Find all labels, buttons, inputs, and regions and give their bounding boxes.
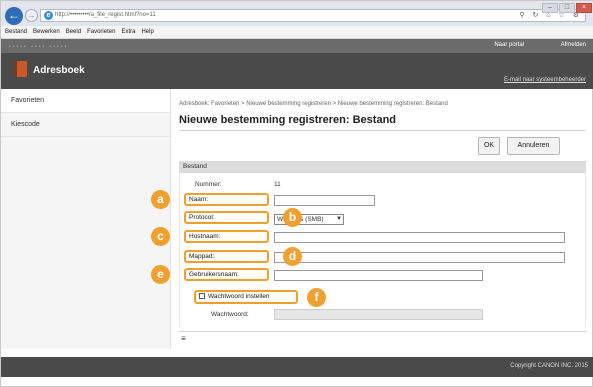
logout-link[interactable]: Afmelden (561, 42, 586, 48)
app-top-bar: ••••• •••• ••••• Naar portal Afmelden (1, 39, 593, 53)
name-input[interactable] (274, 195, 375, 206)
callout-b-badge: b (283, 208, 302, 227)
username-input[interactable] (274, 270, 483, 281)
callout-d-badge: d (283, 247, 302, 266)
folder-path-input[interactable] (274, 252, 565, 263)
password-input[interactable] (274, 309, 483, 320)
breadcrumb: Adresboek: Favorieten > Nieuwe bestemmin… (179, 101, 448, 107)
device-info-blurred: ••••• •••• ••••• (9, 44, 69, 50)
menu-item-tools[interactable]: Extra (121, 26, 135, 38)
minimize-icon[interactable]: – (542, 3, 558, 13)
admin-email-link[interactable]: E-mail naar systeembeheerder (504, 77, 586, 83)
name-label: Naam: (184, 193, 269, 206)
title-divider (179, 130, 586, 131)
set-password-option[interactable]: Wachtwoord instellen (194, 290, 298, 304)
maximize-icon[interactable]: □ (559, 3, 575, 13)
browser-menubar: Bestand Bewerken Beeld Favorieten Extra … (1, 26, 593, 39)
number-value: 11 (274, 181, 281, 188)
address-bar-url: http://•••••••••/a_file_regist.html?no=1… (55, 12, 156, 18)
callout-a-badge: a (151, 190, 170, 209)
close-icon[interactable]: × (576, 3, 592, 13)
sidebar: Favorieten Kiescode (1, 89, 171, 349)
cancel-button[interactable]: Annuleren (507, 137, 560, 155)
set-password-checkbox[interactable] (199, 293, 205, 299)
protocol-label: Protocol: (184, 211, 269, 224)
collapse-icon[interactable]: ≡ (181, 334, 186, 343)
menu-item-view[interactable]: Beeld (66, 26, 81, 38)
hostname-label: Hostnaam: (184, 230, 269, 243)
app-title: Adresboek (33, 65, 85, 76)
set-password-label: Wachtwoord instellen (208, 293, 270, 300)
portal-link[interactable]: Naar portal (494, 42, 524, 48)
back-button[interactable]: ← (5, 7, 23, 25)
folder-path-label: Mappad: (184, 250, 269, 263)
chevron-down-icon: ▼ (336, 216, 342, 222)
browser-titlebar: ← → e http://•••••••••/a_file_regist.htm… (1, 1, 593, 26)
password-label: Wachtwoord: (211, 311, 249, 318)
menu-item-edit[interactable]: Bewerken (33, 26, 60, 38)
app-header: Adresboek E-mail naar systeembeheerder (1, 53, 593, 89)
username-label: Gebruikersnaam: (184, 268, 269, 281)
menu-item-file[interactable]: Bestand (5, 26, 27, 38)
hostname-input[interactable] (274, 232, 565, 243)
ok-button[interactable]: OK (478, 137, 500, 155)
callout-e-badge: e (151, 265, 170, 284)
address-bar[interactable]: e http://•••••••••/a_file_regist.html?no… (40, 9, 586, 22)
address-book-icon (15, 61, 27, 77)
callout-f-badge: f (307, 288, 326, 307)
menu-item-favorites[interactable]: Favorieten (87, 26, 115, 38)
copyright-text: Copyright CANON INC. 2015 (510, 363, 588, 369)
page-footer: Copyright CANON INC. 2015 (1, 357, 593, 377)
number-label: Nummer: (195, 181, 222, 188)
browser-logo-icon: e (44, 11, 53, 20)
callout-c-badge: c (151, 227, 170, 246)
section-header: Bestand (179, 161, 586, 173)
sidebar-item-coded-dial[interactable]: Kiescode (1, 113, 170, 137)
sidebar-item-favorites[interactable]: Favorieten (1, 89, 170, 113)
page-title: Nieuwe bestemming registreren: Bestand (179, 114, 397, 126)
window-controls: – □ × (542, 3, 592, 13)
browser-window: ← → e http://•••••••••/a_file_regist.htm… (0, 0, 593, 387)
form-bottom-divider (179, 331, 586, 332)
forward-button[interactable]: → (25, 9, 38, 22)
menu-item-help[interactable]: Help (141, 26, 153, 38)
